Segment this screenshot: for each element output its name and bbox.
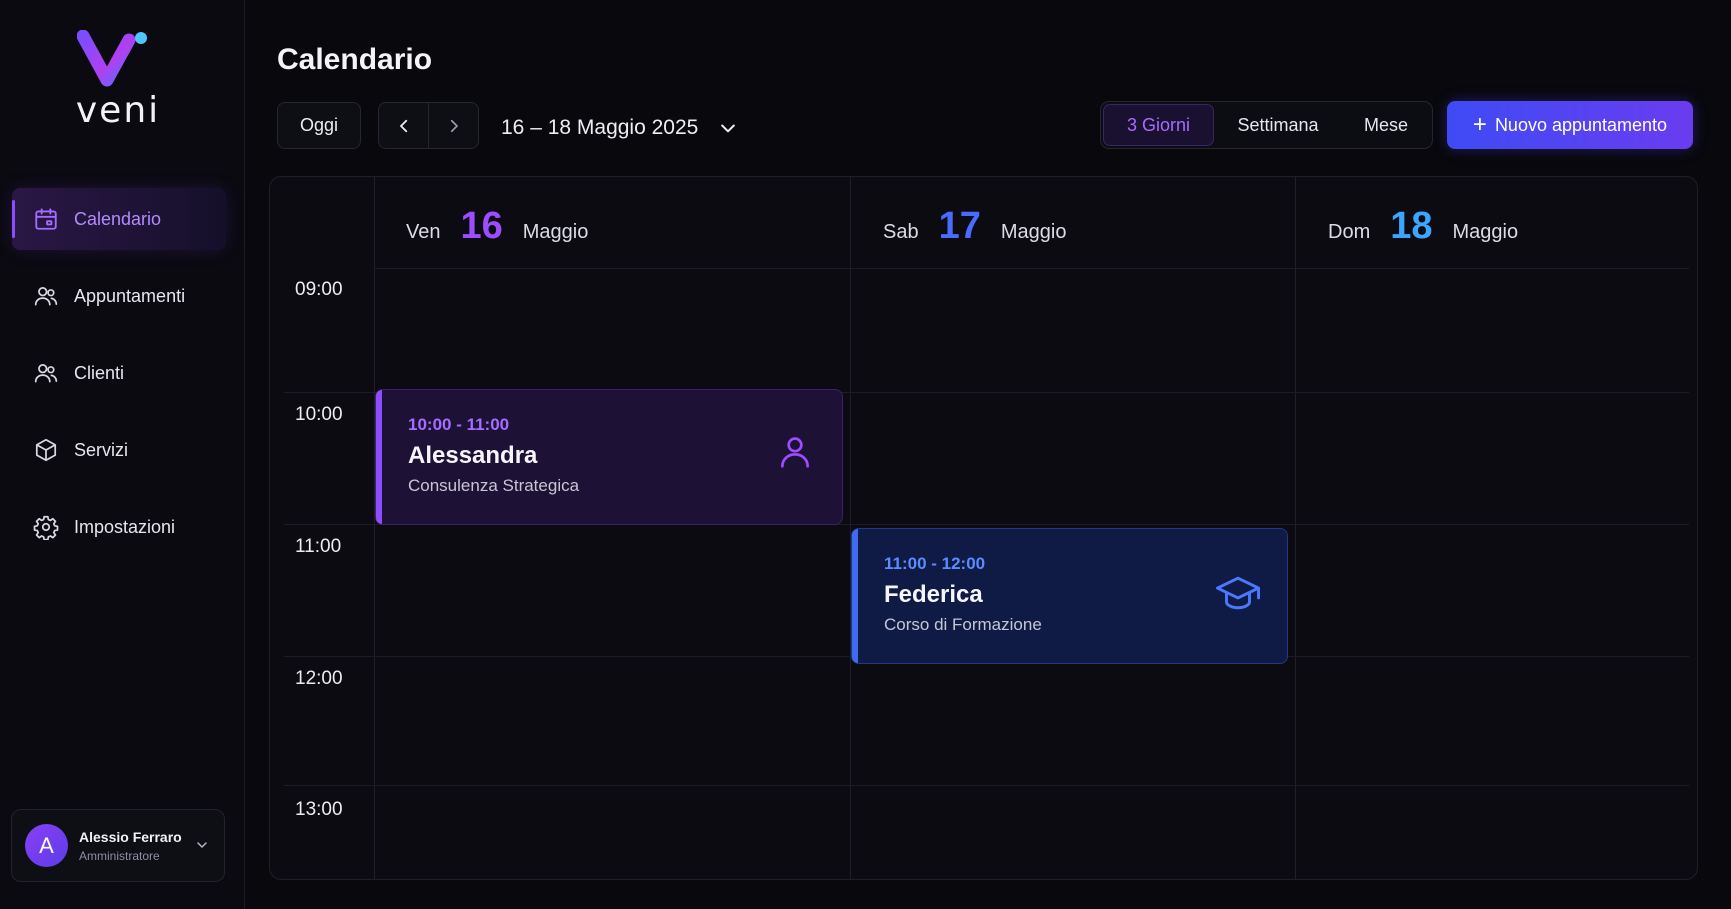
column-divider [374, 177, 375, 879]
sidebar-item-calendario[interactable]: Calendario [12, 188, 226, 250]
time-label: 10:00 [295, 404, 343, 425]
sidebar-item-appuntamenti[interactable]: Appuntamenti [12, 265, 226, 327]
box-icon [32, 436, 60, 464]
date-range-label: 16 – 18 Maggio 2025 [501, 116, 699, 139]
day-month: Maggio [522, 221, 589, 243]
chevron-down-icon [194, 837, 210, 858]
sidebar: veni Calendario Appuntamenti Clienti Ser… [0, 0, 245, 909]
event-accent-bar [852, 529, 858, 663]
appointment-card[interactable]: 11:00 - 12:00 Federica Corso di Formazio… [851, 528, 1288, 664]
sidebar-item-label: Clienti [74, 362, 125, 383]
gear-icon [32, 513, 60, 541]
sidebar-item-label: Impostazioni [74, 516, 176, 537]
new-appointment-label: Nuovo appuntamento [1494, 114, 1668, 135]
next-button[interactable] [429, 103, 478, 148]
column-divider [1295, 177, 1296, 879]
calendar-grid: Ven 16 Maggio Sab 17 Maggio Dom 18 Maggi… [269, 176, 1698, 880]
logo-mark-icon [77, 30, 147, 87]
graduation-cap-icon [1215, 573, 1261, 618]
day-number: 16 [460, 205, 503, 247]
user-icon [776, 432, 814, 477]
view-3-days[interactable]: 3 Giorni [1103, 104, 1214, 146]
event-service: Consulenza Strategica [408, 476, 580, 495]
chevron-left-icon [399, 119, 407, 132]
day-month: Maggio [1000, 221, 1067, 243]
users-icon [32, 359, 60, 387]
event-time: 11:00 - 12:00 [884, 554, 986, 573]
sidebar-item-clienti[interactable]: Clienti [12, 342, 226, 404]
logo-text: veni [75, 90, 161, 131]
day-weekday: Ven [406, 221, 441, 243]
day-header-ven: Ven 16 Maggio [406, 205, 588, 248]
chevron-down-icon [721, 124, 736, 133]
date-range-picker[interactable]: 16 – 18 Maggio 2025 [501, 116, 738, 140]
day-number: 17 [938, 205, 981, 247]
plus-icon: + [1472, 111, 1487, 138]
column-divider [850, 177, 851, 879]
user-name: Alessio Ferraro [79, 828, 182, 845]
view-switcher: 3 Giorni Settimana Mese [1100, 101, 1433, 149]
header-divider [374, 268, 1689, 269]
day-header-dom: Dom 18 Maggio [1328, 205, 1518, 248]
avatar: A [25, 824, 68, 867]
day-number: 18 [1390, 205, 1433, 247]
time-label: 13:00 [295, 799, 343, 820]
view-week[interactable]: Settimana [1214, 104, 1342, 146]
sidebar-nav: Calendario Appuntamenti Clienti Servizi … [12, 188, 226, 573]
sidebar-item-servizi[interactable]: Servizi [12, 419, 226, 481]
view-month[interactable]: Mese [1342, 104, 1430, 146]
sidebar-item-label: Calendario [74, 208, 162, 229]
chevron-right-icon [450, 119, 458, 132]
time-label: 11:00 [295, 536, 342, 557]
date-nav [378, 102, 479, 149]
event-service: Corso di Formazione [884, 615, 1042, 634]
page-title: Calendario [277, 43, 433, 76]
sidebar-item-label: Appuntamenti [74, 285, 186, 306]
user-menu[interactable]: A Alessio Ferraro Amministratore [11, 809, 225, 882]
prev-button[interactable] [379, 103, 428, 148]
day-header-sab: Sab 17 Maggio [883, 205, 1066, 248]
time-label: 09:00 [295, 279, 343, 300]
day-month: Maggio [1452, 221, 1519, 243]
app-logo[interactable]: veni [68, 30, 168, 131]
new-appointment-button[interactable]: + Nuovo appuntamento [1447, 101, 1693, 149]
day-weekday: Dom [1328, 221, 1371, 243]
sidebar-item-label: Servizi [74, 439, 129, 460]
today-button[interactable]: Oggi [277, 102, 361, 149]
day-weekday: Sab [883, 221, 919, 243]
sidebar-item-impostazioni[interactable]: Impostazioni [12, 496, 226, 558]
user-role: Amministratore [79, 848, 160, 863]
event-accent-bar [376, 390, 382, 524]
calendar-icon [32, 205, 60, 233]
appointment-card[interactable]: 10:00 - 11:00 Alessandra Consulenza Stra… [375, 389, 843, 525]
users-icon [32, 282, 60, 310]
time-label: 12:00 [295, 668, 343, 689]
hour-divider [284, 785, 1689, 786]
